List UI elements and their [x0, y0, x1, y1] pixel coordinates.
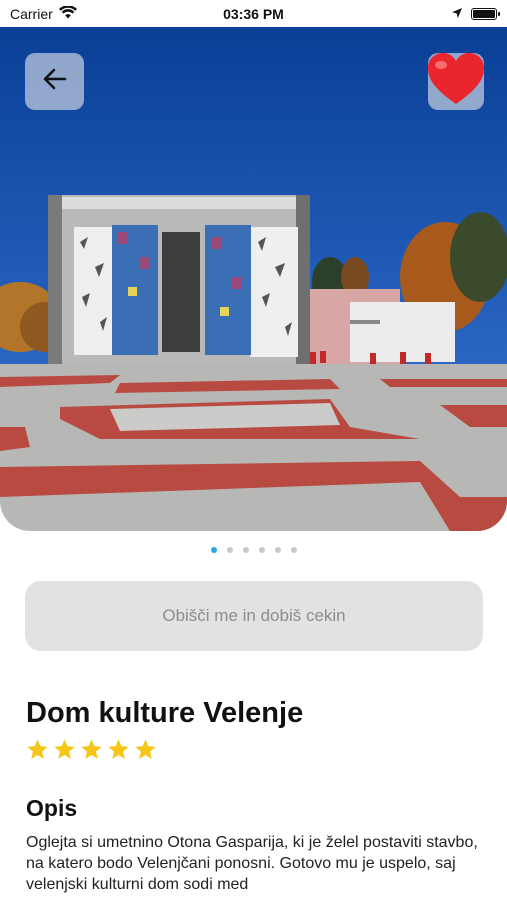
carousel-dot[interactable] [290, 547, 297, 553]
heart-icon [426, 52, 486, 111]
battery-icon [470, 7, 500, 20]
location-arrow-icon [451, 6, 463, 22]
star-icon [108, 739, 129, 759]
carousel-dot-active[interactable] [210, 547, 217, 553]
carrier-label: Carrier [10, 5, 53, 22]
star-icon [54, 739, 75, 759]
arrow-left-icon [43, 68, 67, 95]
carousel-indicator [0, 547, 507, 553]
description-heading: Opis [26, 795, 78, 821]
carousel-dot[interactable] [226, 547, 233, 553]
star-icon [81, 739, 102, 759]
visit-earn-coin-button[interactable]: Obišči me in dobiš cekin [25, 581, 483, 651]
status-right [347, 6, 500, 22]
carousel-dot[interactable] [258, 547, 265, 553]
wifi-icon [58, 4, 77, 22]
rating-stars [26, 738, 157, 761]
carousel-dot[interactable] [274, 547, 281, 553]
star-icon [135, 739, 156, 759]
favorite-button[interactable] [428, 53, 484, 110]
status-bar: Carrier 03:36 PM [0, 0, 507, 27]
star-icon [27, 739, 48, 759]
status-left: Carrier [10, 4, 160, 22]
carousel-dot[interactable] [242, 547, 249, 553]
description-text: Oglejta si umetnino Otona Gasparija, ki … [26, 834, 478, 893]
back-button[interactable] [25, 53, 84, 110]
place-title: Dom kulture Velenje [26, 697, 304, 729]
status-time: 03:36 PM [223, 5, 284, 22]
